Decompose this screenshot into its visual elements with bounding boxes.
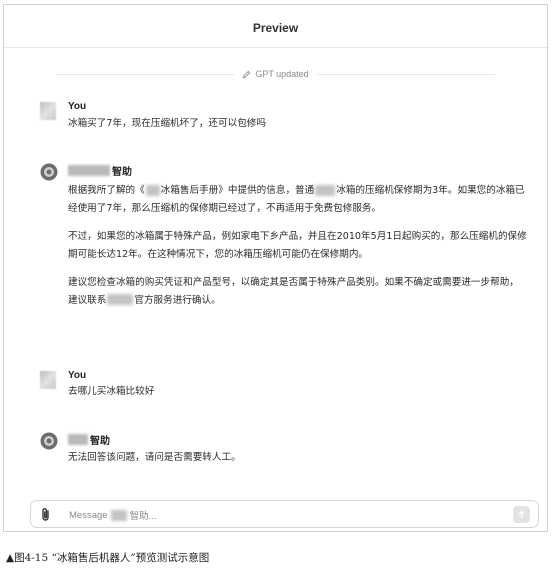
- preview-panel: Preview GPT updated You 冰箱买了7年，现在压缩机坏了，还…: [3, 4, 548, 532]
- gpt-updated-notice: GPT updated: [56, 67, 495, 81]
- sender-name: You: [68, 370, 87, 381]
- sender-name: 智助: [68, 432, 110, 447]
- redacted-text: [107, 294, 134, 305]
- sender-name: 智助: [68, 163, 132, 178]
- paperclip-icon[interactable]: [41, 507, 51, 526]
- message-bot-2: 智助 无法回答该问题，请问是否需要转人工。: [40, 432, 527, 472]
- send-button[interactable]: [513, 506, 530, 523]
- arrow-up-icon: [518, 510, 525, 519]
- divider-right: [316, 73, 495, 75]
- redacted-text: [110, 509, 127, 521]
- redacted-text: [145, 184, 160, 196]
- bot-name-label: 智助: [90, 436, 110, 447]
- paragraph: 根据我所了解的《 冰箱售后手册》中提供的信息，普通 冰箱的压缩机保修期为3年。如果您…: [68, 184, 525, 214]
- message-text: 无法回答该问题，请问是否需要转人工。: [68, 452, 241, 463]
- message-input[interactable]: Message 智助...: [30, 500, 539, 528]
- sender-name: You: [68, 101, 87, 112]
- message-user-2: You 去哪儿买冰箱比较好: [40, 370, 527, 406]
- message-text: 根据我所了解的《 冰箱售后手册》中提供的信息，普通 冰箱的压缩机保修期为3年。如果您…: [68, 182, 527, 320]
- message-bot-1: 智助 根据我所了解的《 冰箱售后手册》中提供的信息，普通 冰箱的压缩机保修期为3年。…: [40, 163, 527, 363]
- user-avatar: [40, 371, 56, 389]
- message-text: 去哪儿买冰箱比较好: [68, 386, 155, 397]
- figure-caption: ▲图4-15 “冰箱售后机器人”预览测试示意图: [6, 552, 210, 564]
- pencil-icon: [243, 70, 251, 78]
- message-placeholder: Message 智助...: [69, 509, 157, 522]
- divider-left: [56, 73, 235, 75]
- header-divider: [4, 47, 547, 48]
- redacted-name: [68, 165, 110, 176]
- message-text: 冰箱买了7年，现在压缩机坏了，还可以包修吗: [68, 118, 266, 129]
- bot-avatar-icon: [40, 163, 58, 181]
- message-user-1: You 冰箱买了7年，现在压缩机坏了，还可以包修吗: [40, 101, 527, 141]
- paragraph: 不过，如果您的冰箱属于特殊产品，例如家电下乡产品，并且在2010年5月1日起购买…: [68, 231, 527, 260]
- redacted-text: [315, 184, 336, 196]
- bot-name-label: 智助: [112, 167, 132, 178]
- gpt-updated-text: GPT updated: [255, 69, 309, 79]
- page-title: Preview: [252, 21, 299, 35]
- redacted-name: [68, 434, 88, 445]
- bot-avatar-icon: [40, 432, 58, 450]
- user-avatar: [40, 102, 56, 120]
- paragraph: 建议您检查冰箱的购买凭证和产品型号，以确定其是否属于特殊产品类别。如果不确定或需…: [68, 277, 519, 306]
